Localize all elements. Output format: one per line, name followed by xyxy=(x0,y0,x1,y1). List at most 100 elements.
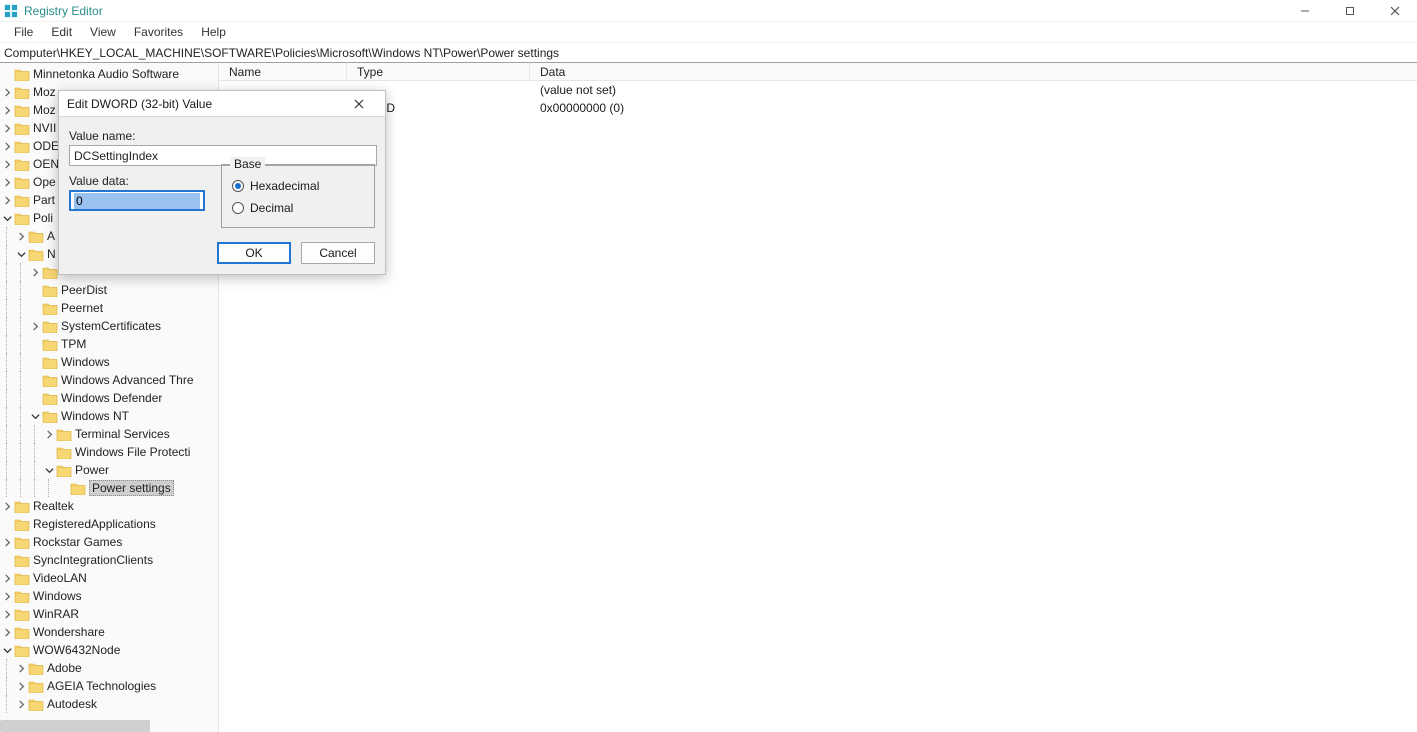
radio-hex-label: Hexadecimal xyxy=(250,179,319,193)
tree-item[interactable]: Autodesk xyxy=(0,695,218,713)
chevron-right-icon[interactable] xyxy=(0,85,14,99)
chevron-right-icon[interactable] xyxy=(0,157,14,171)
radio-decimal[interactable]: Decimal xyxy=(232,199,364,217)
ok-button[interactable]: OK xyxy=(217,242,291,264)
tree-item[interactable]: TPM xyxy=(0,335,218,353)
folder-icon xyxy=(14,85,30,99)
chevron-right-icon[interactable] xyxy=(28,319,42,333)
close-button[interactable] xyxy=(1372,0,1417,22)
tree-item[interactable]: Windows xyxy=(0,587,218,605)
column-header-type[interactable]: Type xyxy=(347,63,530,80)
tree-item[interactable]: Power settings xyxy=(0,479,218,497)
dialog-title: Edit DWORD (32-bit) Value xyxy=(67,97,212,111)
chevron-right-icon[interactable] xyxy=(0,499,14,513)
chevron-right-icon[interactable] xyxy=(14,661,28,675)
menu-edit[interactable]: Edit xyxy=(43,23,80,41)
tree-item[interactable]: PeerDist xyxy=(0,281,218,299)
list-row[interactable]: (value not set) xyxy=(219,81,1417,99)
tree-item[interactable]: AGEIA Technologies xyxy=(0,677,218,695)
dialog-close-button[interactable] xyxy=(339,91,379,117)
chevron-right-icon[interactable] xyxy=(28,265,42,279)
tree-item-label: Power xyxy=(75,463,109,477)
chevron-down-icon[interactable] xyxy=(28,409,42,423)
chevron-down-icon[interactable] xyxy=(0,643,14,657)
tree-item[interactable]: Power xyxy=(0,461,218,479)
column-header-data[interactable]: Data xyxy=(530,63,1417,80)
chevron-right-icon[interactable] xyxy=(0,589,14,603)
chevron-down-icon[interactable] xyxy=(0,211,14,225)
chevron-right-icon[interactable] xyxy=(0,175,14,189)
tree-item-label: N xyxy=(47,247,56,261)
tree-item[interactable]: Minnetonka Audio Software xyxy=(0,65,218,83)
folder-icon xyxy=(14,589,30,603)
chevron-right-icon[interactable] xyxy=(0,571,14,585)
cancel-button[interactable]: Cancel xyxy=(301,242,375,264)
radio-hexadecimal[interactable]: Hexadecimal xyxy=(232,177,364,195)
chevron-right-icon[interactable] xyxy=(42,427,56,441)
folder-icon xyxy=(70,481,86,495)
chevron-right-icon[interactable] xyxy=(14,697,28,711)
address-text: Computer\HKEY_LOCAL_MACHINE\SOFTWARE\Pol… xyxy=(4,46,559,60)
folder-icon xyxy=(14,607,30,621)
list-row[interactable]: WORD 0x00000000 (0) xyxy=(219,99,1417,117)
dialog-title-bar[interactable]: Edit DWORD (32-bit) Value xyxy=(59,91,385,117)
menu-bar: File Edit View Favorites Help xyxy=(0,22,1417,43)
tree-item[interactable]: WinRAR xyxy=(0,605,218,623)
tree-item[interactable]: Windows Advanced Thre xyxy=(0,371,218,389)
folder-icon xyxy=(14,499,30,513)
chevron-right-icon[interactable] xyxy=(0,625,14,639)
tree-item-label: WOW6432Node xyxy=(33,643,120,657)
chevron-right-icon[interactable] xyxy=(0,535,14,549)
tree-item[interactable]: Wondershare xyxy=(0,623,218,641)
list-body[interactable]: (value not set) WORD 0x00000000 (0) xyxy=(219,81,1417,732)
menu-file[interactable]: File xyxy=(6,23,41,41)
base-legend: Base xyxy=(230,157,265,171)
tree-item-label: Ope xyxy=(33,175,56,189)
chevron-down-icon[interactable] xyxy=(42,463,56,477)
tree-item[interactable]: Adobe xyxy=(0,659,218,677)
value-data-field[interactable] xyxy=(69,190,205,211)
tree-item-label: PeerDist xyxy=(61,283,107,297)
tree-item-label: Power settings xyxy=(89,480,174,496)
chevron-right-icon[interactable] xyxy=(0,607,14,621)
tree-item[interactable]: WOW6432Node xyxy=(0,641,218,659)
chevron-right-icon[interactable] xyxy=(14,679,28,693)
radio-icon xyxy=(232,202,244,214)
toggle-spacer xyxy=(28,391,42,405)
chevron-down-icon[interactable] xyxy=(14,247,28,261)
tree-item[interactable]: Windows Defender xyxy=(0,389,218,407)
chevron-right-icon[interactable] xyxy=(0,193,14,207)
value-name-field[interactable]: DCSettingIndex xyxy=(69,145,377,166)
tree-item[interactable]: SyncIntegrationClients xyxy=(0,551,218,569)
tree-item[interactable]: Windows NT xyxy=(0,407,218,425)
minimize-button[interactable] xyxy=(1282,0,1327,22)
menu-help[interactable]: Help xyxy=(193,23,234,41)
tree-item[interactable]: Realtek xyxy=(0,497,218,515)
maximize-button[interactable] xyxy=(1327,0,1372,22)
tree-item[interactable]: Windows File Protecti xyxy=(0,443,218,461)
tree-item[interactable]: Rockstar Games xyxy=(0,533,218,551)
column-header-name[interactable]: Name xyxy=(219,63,347,80)
toggle-spacer xyxy=(0,553,14,567)
tree-item[interactable]: Peernet xyxy=(0,299,218,317)
list-cell-data: (value not set) xyxy=(530,83,1417,97)
address-bar[interactable]: Computer\HKEY_LOCAL_MACHINE\SOFTWARE\Pol… xyxy=(0,43,1417,63)
chevron-right-icon[interactable] xyxy=(0,103,14,117)
folder-icon xyxy=(14,571,30,585)
tree-item[interactable]: VideoLAN xyxy=(0,569,218,587)
toggle-spacer xyxy=(0,517,14,531)
tree-item[interactable]: Terminal Services xyxy=(0,425,218,443)
menu-favorites[interactable]: Favorites xyxy=(126,23,191,41)
tree-item-label: Wondershare xyxy=(33,625,105,639)
tree-item-label: Windows xyxy=(33,589,82,603)
tree-item[interactable]: RegisteredApplications xyxy=(0,515,218,533)
tree-item[interactable]: Windows xyxy=(0,353,218,371)
tree-horizontal-scrollbar[interactable] xyxy=(0,720,150,732)
tree-item[interactable]: SystemCertificates xyxy=(0,317,218,335)
chevron-right-icon[interactable] xyxy=(0,121,14,135)
folder-icon xyxy=(14,157,30,171)
menu-view[interactable]: View xyxy=(82,23,124,41)
value-data-input[interactable] xyxy=(74,193,200,209)
chevron-right-icon[interactable] xyxy=(0,139,14,153)
chevron-right-icon[interactable] xyxy=(14,229,28,243)
